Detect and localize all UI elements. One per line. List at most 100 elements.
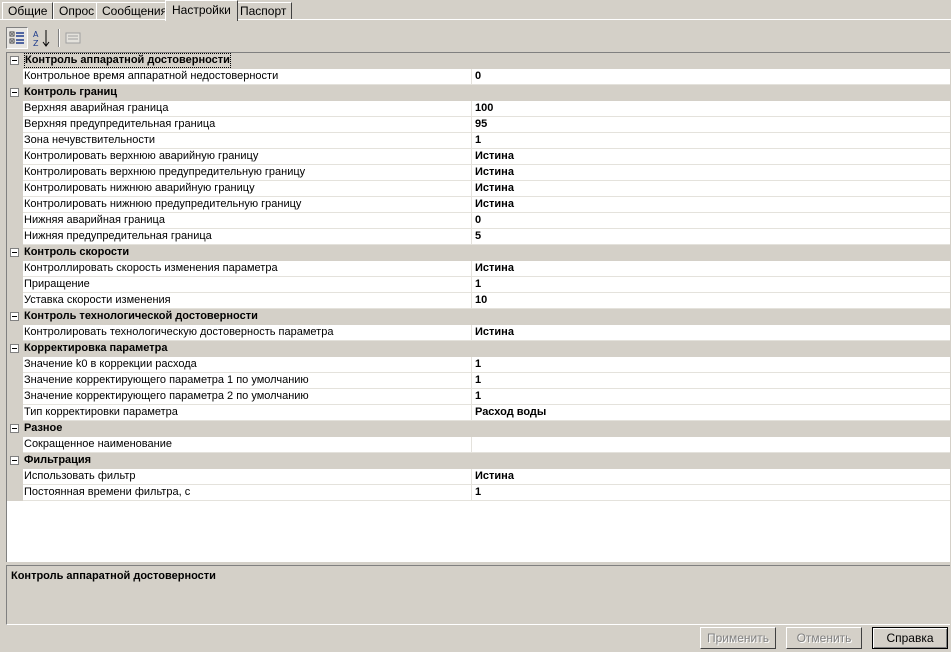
category-row[interactable]: Контроль аппаратной достоверности: [7, 53, 950, 69]
property-row[interactable]: Верхняя предупредительная граница 95: [7, 117, 950, 133]
column-divider[interactable]: [471, 277, 472, 292]
property-value[interactable]: Расход воды: [475, 405, 546, 420]
tab-settings[interactable]: Настройки: [165, 0, 238, 21]
property-row[interactable]: Сокращенное наименование: [7, 437, 950, 453]
column-divider[interactable]: [471, 69, 472, 84]
property-name[interactable]: Значение корректирующего параметра 2 по …: [24, 389, 471, 404]
column-divider[interactable]: [471, 293, 472, 308]
collapse-icon[interactable]: [10, 312, 19, 321]
category-label[interactable]: Разное: [24, 421, 62, 436]
property-row[interactable]: Нижняя предупредительная граница 5: [7, 229, 950, 245]
property-row[interactable]: Контролировать верхнюю аварийную границу…: [7, 149, 950, 165]
category-label[interactable]: Фильтрация: [24, 453, 91, 468]
property-value[interactable]: Истина: [475, 181, 514, 196]
collapse-icon[interactable]: [10, 56, 19, 65]
collapse-icon[interactable]: [10, 88, 19, 97]
property-value[interactable]: 95: [475, 117, 487, 132]
property-value[interactable]: Истина: [475, 197, 514, 212]
category-row[interactable]: Разное: [7, 421, 950, 437]
property-name[interactable]: Контролировать нижнюю аварийную границу: [24, 181, 471, 196]
column-divider[interactable]: [471, 405, 472, 420]
property-value[interactable]: 1: [475, 357, 481, 372]
property-name[interactable]: Приращение: [24, 277, 471, 292]
property-name[interactable]: Значение k0 в коррекции расхода: [24, 357, 471, 372]
property-row[interactable]: Тип корректировки параметра Расход воды: [7, 405, 950, 421]
column-divider[interactable]: [471, 101, 472, 116]
property-name[interactable]: Контролировать верхнюю аварийную границу: [24, 149, 471, 164]
categorized-view-button[interactable]: [6, 27, 28, 49]
property-name[interactable]: Значение корректирующего параметра 1 по …: [24, 373, 471, 388]
column-divider[interactable]: [471, 197, 472, 212]
property-value[interactable]: 1: [475, 277, 481, 292]
property-value[interactable]: 1: [475, 485, 481, 500]
property-row[interactable]: Контролировать нижнюю предупредительную …: [7, 197, 950, 213]
property-value[interactable]: 100: [475, 101, 493, 116]
column-divider[interactable]: [471, 229, 472, 244]
property-name[interactable]: Использовать фильтр: [24, 469, 471, 484]
column-divider[interactable]: [471, 437, 472, 452]
category-label[interactable]: Контроль границ: [24, 85, 117, 100]
column-divider[interactable]: [471, 485, 472, 500]
column-divider[interactable]: [471, 389, 472, 404]
property-name[interactable]: Контролировать верхнюю предупредительную…: [24, 165, 471, 180]
property-row[interactable]: Контролировать технологическую достоверн…: [7, 325, 950, 341]
column-divider[interactable]: [471, 261, 472, 276]
column-divider[interactable]: [471, 133, 472, 148]
category-row[interactable]: Корректировка параметра: [7, 341, 950, 357]
collapse-icon[interactable]: [10, 424, 19, 433]
property-name[interactable]: Постоянная времени фильтра, с: [24, 485, 471, 500]
property-row[interactable]: Значение корректирующего параметра 2 по …: [7, 389, 950, 405]
column-divider[interactable]: [471, 213, 472, 228]
property-name[interactable]: Контрольное время аппаратной недостоверн…: [24, 69, 471, 84]
property-row[interactable]: Уставка скорости изменения 10: [7, 293, 950, 309]
property-row[interactable]: Значение корректирующего параметра 1 по …: [7, 373, 950, 389]
property-name[interactable]: Нижняя аварийная граница: [24, 213, 471, 228]
property-value[interactable]: Истина: [475, 149, 514, 164]
property-name[interactable]: Тип корректировки параметра: [24, 405, 471, 420]
alphabetical-sort-button[interactable]: A Z: [31, 27, 53, 49]
property-row[interactable]: Верхняя аварийная граница 100: [7, 101, 950, 117]
property-row[interactable]: Нижняя аварийная граница 0: [7, 213, 950, 229]
property-value[interactable]: Истина: [475, 325, 514, 340]
property-value[interactable]: 0: [475, 213, 481, 228]
property-value[interactable]: 1: [475, 389, 481, 404]
property-value[interactable]: 1: [475, 373, 481, 388]
property-name[interactable]: Верхняя предупредительная граница: [24, 117, 471, 132]
help-button[interactable]: Справка: [872, 627, 948, 649]
collapse-icon[interactable]: [10, 456, 19, 465]
property-row[interactable]: Контроллировать скорость изменения парам…: [7, 261, 950, 277]
column-divider[interactable]: [471, 165, 472, 180]
category-label[interactable]: Контроль скорости: [24, 245, 129, 260]
tab-polling[interactable]: Опрос: [53, 2, 101, 19]
category-row[interactable]: Контроль скорости: [7, 245, 950, 261]
property-name[interactable]: Контролировать технологическую достоверн…: [24, 325, 471, 340]
property-row[interactable]: Значение k0 в коррекции расхода 1: [7, 357, 950, 373]
property-row[interactable]: Контрольное время аппаратной недостоверн…: [7, 69, 950, 85]
property-name[interactable]: Зона нечувствительности: [24, 133, 471, 148]
property-name[interactable]: Нижняя предупредительная граница: [24, 229, 471, 244]
property-name[interactable]: Уставка скорости изменения: [24, 293, 471, 308]
tab-messages[interactable]: Сообщения: [96, 2, 174, 19]
tab-passport[interactable]: Паспорт: [234, 2, 293, 19]
category-label[interactable]: Контроль технологической достоверности: [24, 309, 258, 324]
property-name[interactable]: Верхняя аварийная граница: [24, 101, 471, 116]
property-pages-button[interactable]: [62, 27, 84, 49]
category-row[interactable]: Контроль границ: [7, 85, 950, 101]
property-row[interactable]: Контролировать верхнюю предупредительную…: [7, 165, 950, 181]
column-divider[interactable]: [471, 325, 472, 340]
category-row[interactable]: Контроль технологической достоверности: [7, 309, 950, 325]
property-value[interactable]: 0: [475, 69, 481, 84]
property-name[interactable]: Сокращенное наименование: [24, 437, 471, 452]
category-row[interactable]: Фильтрация: [7, 453, 950, 469]
property-value[interactable]: Истина: [475, 261, 514, 276]
property-row[interactable]: Использовать фильтр Истина: [7, 469, 950, 485]
property-name[interactable]: Контроллировать скорость изменения парам…: [24, 261, 471, 276]
property-name[interactable]: Контролировать нижнюю предупредительную …: [24, 197, 471, 212]
property-grid[interactable]: Контроль аппаратной достоверности Контро…: [6, 52, 950, 562]
column-divider[interactable]: [471, 181, 472, 196]
property-value[interactable]: Истина: [475, 469, 514, 484]
property-row[interactable]: Зона нечувствительности 1: [7, 133, 950, 149]
category-label[interactable]: Корректировка параметра: [24, 341, 167, 356]
column-divider[interactable]: [471, 117, 472, 132]
property-row[interactable]: Приращение 1: [7, 277, 950, 293]
